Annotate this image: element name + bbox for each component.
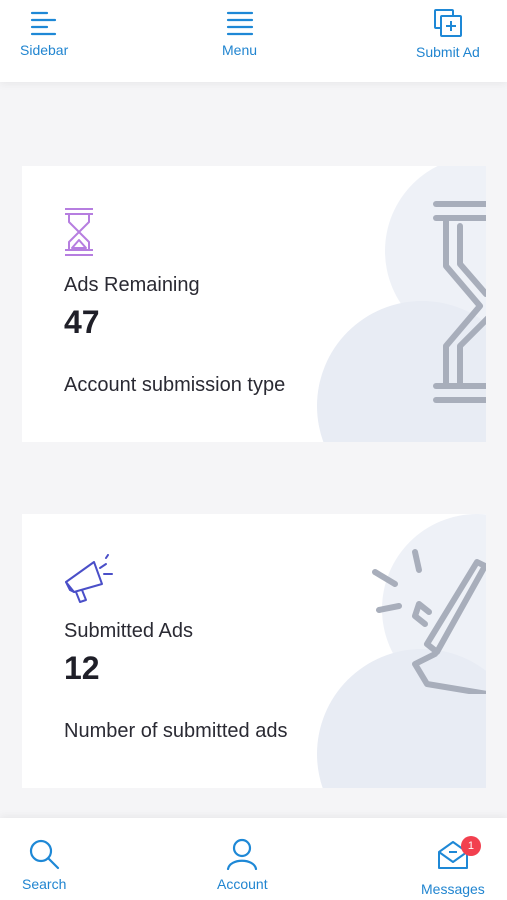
sidebar-icon [31,11,57,36]
submitted-ads-value: 12 [64,650,100,686]
messages-label: Messages [421,881,485,897]
card-title: Ads Remaining [64,274,200,296]
menu-icon [226,11,253,36]
submit-ad-button[interactable]: Submit Ad [416,8,480,60]
submit-ad-label: Submit Ad [416,44,480,60]
card-description: Number of submitted ads [64,720,288,742]
messages-icon-wrap: 1 [437,836,481,875]
megaphone-watermark-icon [372,549,486,694]
sidebar-label: Sidebar [20,42,69,58]
add-document-icon [433,9,462,37]
top-navigation-bar: Sidebar Menu Submit Ad [0,0,507,82]
messages-tab[interactable]: 1 Messages [421,836,485,897]
megaphone-icon [65,554,113,603]
sidebar-button[interactable]: Sidebar [20,8,68,58]
search-label: Search [22,876,67,892]
account-tab[interactable]: Account [217,838,268,892]
card-description: Account submission type [64,374,286,396]
user-icon [227,838,258,870]
hourglass-icon [65,208,93,256]
ads-remaining-value: 47 [64,304,100,340]
search-icon [30,839,60,870]
menu-button[interactable]: Menu [222,8,257,58]
hourglass-watermark-icon [433,201,486,403]
ads-remaining-card: Ads Remaining 47 Account submission type [22,166,486,442]
submitted-ads-card: Submitted Ads 12 Number of submitted ads [22,514,486,788]
bottom-navigation-bar: Search Account 1 Messages [0,818,507,900]
account-label: Account [217,876,268,892]
search-tab[interactable]: Search [22,838,66,892]
messages-count-badge: 1 [460,836,481,856]
menu-label: Menu [222,42,258,58]
card-title: Submitted Ads [64,620,193,642]
